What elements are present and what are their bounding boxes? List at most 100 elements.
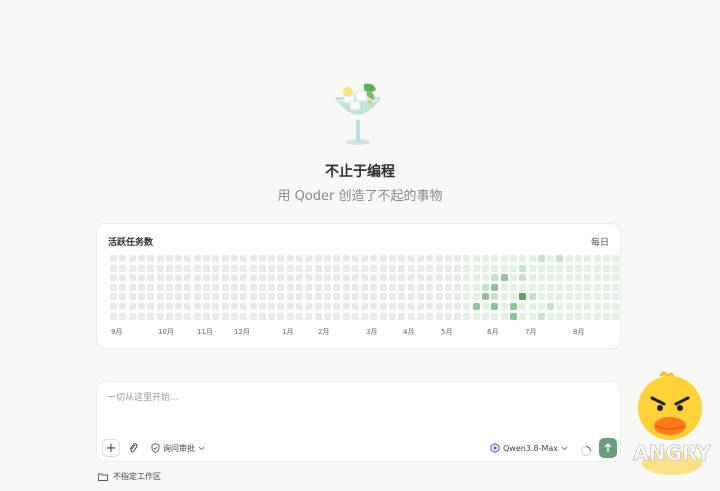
heatmap-cell	[584, 274, 592, 282]
heatmap-cell	[314, 303, 322, 310]
heatmap-cell	[379, 303, 387, 310]
heatmap-cell	[258, 274, 266, 282]
heatmap-cell	[565, 312, 573, 320]
heatmap-cell	[128, 312, 136, 320]
heatmap-cell	[435, 312, 443, 320]
chevron-down-icon	[561, 446, 568, 450]
heatmap-cell	[463, 264, 471, 272]
heatmap-cell	[323, 283, 331, 291]
heatmap-cell	[547, 255, 555, 262]
heatmap-cell	[175, 264, 183, 272]
heatmap-cell	[351, 255, 359, 262]
heatmap-cell	[128, 274, 136, 282]
heatmap-cell	[509, 274, 517, 282]
heatmap-cell	[472, 303, 480, 310]
heatmap-cell	[137, 303, 145, 310]
heatmap-cell	[472, 264, 480, 272]
heatmap-cell	[528, 312, 536, 320]
heatmap-cell	[137, 283, 145, 291]
heatmap-cell	[203, 274, 210, 282]
heatmap-cell	[361, 274, 369, 282]
heatmap-cell	[175, 283, 183, 291]
heatmap-cell	[398, 312, 406, 320]
heatmap-cell	[212, 303, 220, 310]
prompt-input[interactable]	[105, 392, 609, 404]
heatmap-cell	[463, 303, 471, 310]
heatmap-cell	[342, 312, 350, 320]
period-selector[interactable]: 每日	[591, 235, 609, 248]
model-label: Qwen3.8-Max	[503, 443, 558, 453]
heatmap-cell	[444, 293, 452, 301]
model-selector[interactable]: Qwen3.8-Max	[490, 441, 568, 455]
heatmap-cell	[379, 264, 387, 272]
heatmap-cell	[556, 283, 564, 291]
heatmap-cell	[435, 274, 443, 282]
heatmap-cell	[147, 303, 155, 310]
heatmap-cell	[593, 293, 601, 301]
shield-check-icon	[151, 443, 160, 453]
heatmap-cell	[230, 255, 238, 262]
heatmap-cell	[119, 255, 127, 262]
heatmap-cell	[435, 255, 443, 262]
approval-mode-dropdown[interactable]: 询问审批	[151, 441, 205, 455]
heatmap-cell	[268, 303, 276, 310]
duck-mascot-sticker: ANGRY	[632, 368, 712, 478]
heatmap-cell	[119, 264, 127, 272]
heatmap-cell	[547, 283, 555, 291]
heatmap-cell	[547, 303, 555, 310]
heatmap-cell	[416, 303, 424, 310]
heatmap-cell	[323, 303, 331, 310]
heatmap-cell	[556, 303, 564, 310]
heatmap-cell	[165, 312, 173, 320]
workspace-selector[interactable]: 不指定工作区	[98, 471, 161, 482]
heatmap-cell	[528, 283, 536, 291]
activity-title: 活跃任务数	[108, 238, 154, 248]
heatmap-cell	[305, 312, 313, 320]
heatmap-cell	[351, 264, 359, 272]
heatmap-cell	[203, 303, 210, 310]
heatmap-cell	[519, 283, 527, 291]
heatmap-cell	[305, 255, 313, 262]
heatmap-cell	[472, 283, 480, 291]
heatmap-cell	[342, 303, 350, 310]
heatmap-cell	[556, 293, 564, 301]
heatmap-cell	[407, 293, 415, 301]
heatmap-cell	[612, 274, 620, 282]
heatmap-cell	[463, 293, 471, 301]
heatmap-cell	[500, 303, 508, 310]
heatmap-cell	[426, 264, 434, 272]
heatmap-cell	[537, 303, 545, 310]
heatmap-cell	[416, 264, 424, 272]
heatmap-cell	[193, 264, 201, 272]
heatmap-cell	[147, 264, 155, 272]
heatmap-cell	[305, 283, 313, 291]
month-label: 7月	[525, 328, 537, 336]
heatmap-cell	[500, 283, 508, 291]
heatmap-cell	[268, 283, 276, 291]
attach-button[interactable]	[126, 440, 140, 456]
heatmap-cell	[323, 264, 331, 272]
heatmap-cell	[110, 255, 117, 262]
heatmap-cell	[584, 293, 592, 301]
heatmap-cell	[137, 274, 145, 282]
heatmap-cell	[156, 293, 164, 301]
heatmap-cell	[435, 293, 443, 301]
heatmap-cell	[407, 255, 415, 262]
heatmap-cell	[482, 303, 489, 310]
heatmap-cell	[547, 312, 555, 320]
heatmap-cell	[565, 293, 573, 301]
heatmap-cell	[528, 293, 536, 301]
heatmap-cell	[398, 283, 406, 291]
heatmap-cell	[389, 283, 396, 291]
heatmap-cell	[110, 283, 117, 291]
heatmap-cell	[165, 303, 173, 310]
heatmap-cell	[444, 255, 452, 262]
heatmap-cell	[296, 312, 303, 320]
heatmap-cell	[370, 312, 378, 320]
heatmap-cell	[305, 293, 313, 301]
send-button[interactable]	[599, 438, 617, 458]
heatmap-cell	[268, 293, 276, 301]
heatmap-cell	[277, 264, 285, 272]
heatmap-cell	[500, 264, 508, 272]
add-button[interactable]: +	[102, 439, 120, 457]
